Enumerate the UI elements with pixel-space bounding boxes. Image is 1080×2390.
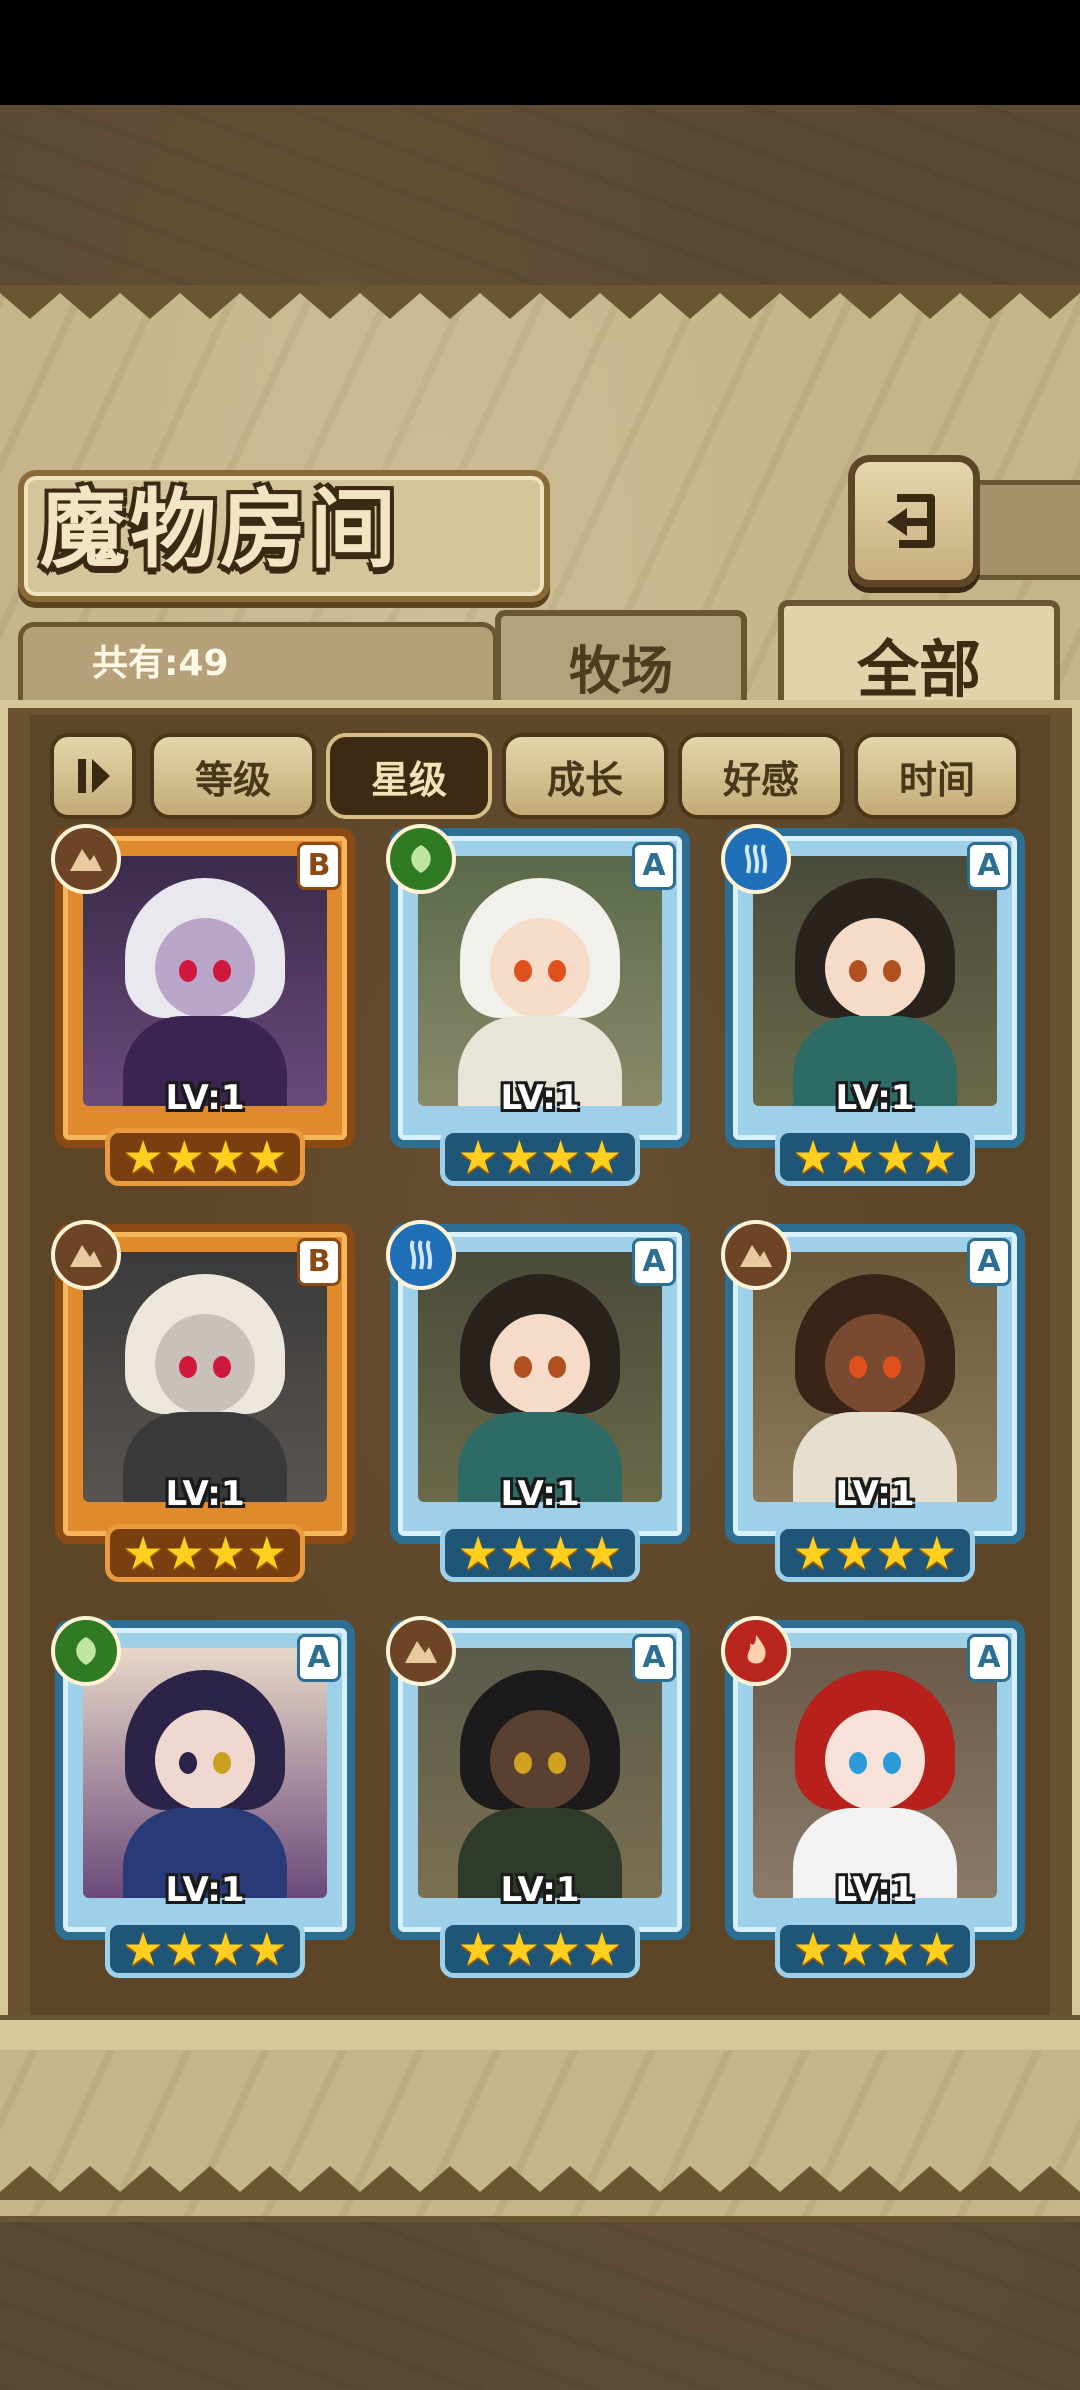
monster-card[interactable]: A LV:1 ★★★★	[386, 1220, 690, 1582]
monster-level: LV:1	[835, 1078, 915, 1118]
monster-level: LV:1	[500, 1870, 580, 1910]
sort-growth-button[interactable]: 成长	[502, 733, 668, 819]
grade-badge: A	[967, 1634, 1011, 1682]
stars: ★★★★	[122, 1526, 288, 1580]
sort-affection-button[interactable]: 好感	[678, 733, 844, 819]
monster-card[interactable]: B LV:1 ★★★★	[51, 1220, 355, 1582]
leaf-element-icon	[386, 824, 456, 894]
grade-badge: B	[297, 842, 341, 890]
star-rating: ★★★★	[440, 1128, 640, 1186]
stars: ★★★★	[792, 1922, 958, 1976]
monster-level: LV:1	[165, 1474, 245, 1514]
earth-element-icon	[721, 1220, 791, 1290]
monster-card[interactable]: B LV:1 ★★★★	[51, 824, 355, 1186]
sort-star-button[interactable]: 星级	[326, 733, 492, 819]
monster-level: LV:1	[835, 1870, 915, 1910]
star-rating: ★★★★	[775, 1524, 975, 1582]
grade-badge: A	[632, 1238, 676, 1286]
return-arrow-icon	[887, 494, 935, 548]
monster-portrait	[753, 1648, 997, 1898]
monster-portrait	[753, 856, 997, 1106]
page-title: 魔物房间	[40, 479, 400, 580]
stars: ★★★★	[792, 1526, 958, 1580]
stars: ★★★★	[122, 1130, 288, 1184]
monster-card[interactable]: A LV:1 ★★★★	[386, 824, 690, 1186]
earth-element-icon	[51, 824, 121, 894]
status-bar-area	[0, 0, 1080, 105]
panel-top-zigzag	[0, 285, 1080, 319]
grade-badge: A	[967, 842, 1011, 890]
grade-badge: A	[632, 842, 676, 890]
grade-badge: B	[297, 1238, 341, 1286]
monster-level: LV:1	[835, 1474, 915, 1514]
monster-portrait	[83, 1648, 327, 1898]
panel-bottom-zigzag	[0, 2166, 1080, 2200]
stars: ★★★★	[457, 1130, 623, 1184]
monster-portrait	[753, 1252, 997, 1502]
grade-badge: A	[632, 1634, 676, 1682]
grade-badge: A	[967, 1238, 1011, 1286]
star-rating: ★★★★	[105, 1524, 305, 1582]
monster-card[interactable]: A LV:1 ★★★★	[386, 1616, 690, 1978]
monster-card[interactable]: A LV:1 ★★★★	[721, 824, 1025, 1186]
star-rating: ★★★★	[440, 1524, 640, 1582]
monster-count: 共有:49	[92, 643, 229, 684]
sort-time-button[interactable]: 时间	[854, 733, 1020, 819]
monster-card[interactable]: A LV:1 ★★★★	[51, 1616, 355, 1978]
count-bar	[18, 622, 498, 707]
monster-level: LV:1	[165, 1870, 245, 1910]
stars: ★★★★	[457, 1526, 623, 1580]
stars: ★★★★	[792, 1130, 958, 1184]
sort-level-button[interactable]: 等级	[150, 733, 316, 819]
earth-element-icon	[386, 1616, 456, 1686]
monster-portrait	[83, 856, 327, 1106]
star-rating: ★★★★	[775, 1128, 975, 1186]
grade-badge: A	[297, 1634, 341, 1682]
sort-direction-button[interactable]	[50, 733, 136, 819]
water-element-icon	[721, 824, 791, 894]
star-rating: ★★★★	[440, 1920, 640, 1978]
monster-portrait	[83, 1252, 327, 1502]
fire-element-icon	[721, 1616, 791, 1686]
monster-portrait	[418, 856, 662, 1106]
star-rating: ★★★★	[775, 1920, 975, 1978]
monster-level: LV:1	[500, 1078, 580, 1118]
leaf-element-icon	[51, 1616, 121, 1686]
star-rating: ★★★★	[105, 1128, 305, 1186]
stars: ★★★★	[457, 1922, 623, 1976]
earth-element-icon	[51, 1220, 121, 1290]
back-button[interactable]	[848, 455, 980, 587]
water-element-icon	[386, 1220, 456, 1290]
monster-card[interactable]: A LV:1 ★★★★	[721, 1220, 1025, 1582]
monster-level: LV:1	[165, 1078, 245, 1118]
sort-direction-icon	[78, 759, 110, 793]
list-bottom-rim	[0, 2015, 1080, 2050]
monster-portrait	[418, 1648, 662, 1898]
stars: ★★★★	[122, 1922, 288, 1976]
star-rating: ★★★★	[105, 1920, 305, 1978]
monster-level: LV:1	[500, 1474, 580, 1514]
monster-portrait	[418, 1252, 662, 1502]
monster-card[interactable]: A LV:1 ★★★★	[721, 1616, 1025, 1978]
